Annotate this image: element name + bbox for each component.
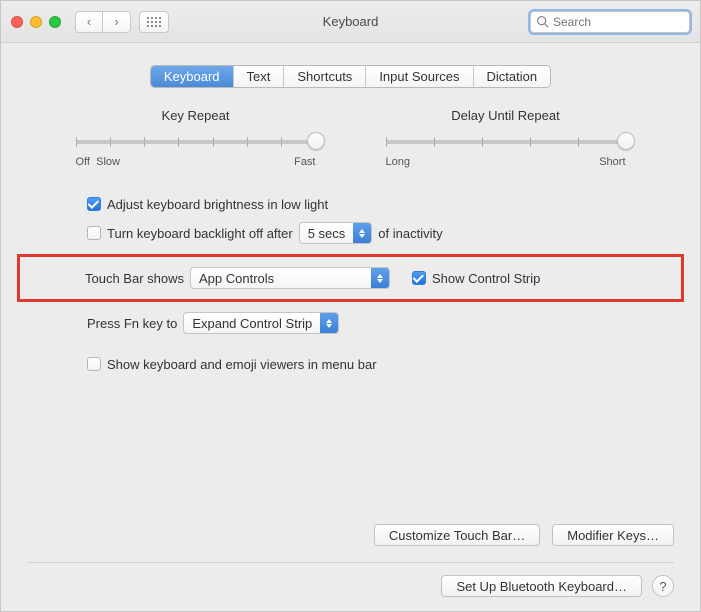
show-viewers-checkbox[interactable] [87, 357, 101, 371]
row-show-viewers: Show keyboard and emoji viewers in menu … [27, 350, 674, 378]
delay-repeat-title: Delay Until Repeat [386, 108, 626, 123]
key-repeat-title: Key Repeat [76, 108, 316, 123]
tab-input-sources[interactable]: Input Sources [366, 66, 473, 87]
select-arrows-icon [353, 223, 371, 243]
backlight-off-suffix: of inactivity [378, 226, 442, 241]
key-repeat-slider-col: Key Repeat Off Slow Fast [76, 108, 316, 168]
show-control-strip-checkbox[interactable] [412, 271, 426, 285]
key-repeat-slider[interactable] [76, 131, 316, 153]
show-all-button[interactable] [139, 11, 169, 33]
adjust-brightness-label: Adjust keyboard brightness in low light [107, 197, 328, 212]
backlight-off-select[interactable]: 5 secs [299, 222, 373, 244]
select-arrows-icon [320, 313, 338, 333]
tab-text[interactable]: Text [234, 66, 285, 87]
close-window-button[interactable] [11, 16, 23, 28]
search-input[interactable] [530, 11, 690, 33]
highlight-annotation: Touch Bar shows App Controls Show Contro… [17, 254, 684, 302]
delay-repeat-labels: Long Short [386, 156, 626, 168]
tab-keyboard[interactable]: Keyboard [151, 66, 234, 87]
key-repeat-knob[interactable] [307, 132, 325, 150]
row-backlight-off: Turn keyboard backlight off after 5 secs… [27, 218, 674, 248]
press-fn-select[interactable]: Expand Control Strip [183, 312, 339, 334]
preferences-window: ‹ › Keyboard Keyboard Text Shortcuts Inp… [0, 0, 701, 612]
divider [27, 562, 674, 563]
key-repeat-labels: Off Slow Fast [76, 156, 316, 168]
delay-repeat-knob[interactable] [617, 132, 635, 150]
tabbar: Keyboard Text Shortcuts Input Sources Di… [150, 65, 551, 88]
show-viewers-label: Show keyboard and emoji viewers in menu … [107, 357, 377, 372]
setup-bluetooth-keyboard-button[interactable]: Set Up Bluetooth Keyboard… [441, 575, 642, 597]
back-button[interactable]: ‹ [75, 11, 103, 33]
show-control-strip-label: Show Control Strip [432, 271, 540, 286]
tab-shortcuts[interactable]: Shortcuts [284, 66, 366, 87]
adjust-brightness-checkbox[interactable] [87, 197, 101, 211]
tab-dictation[interactable]: Dictation [474, 66, 551, 87]
row-touch-bar: Touch Bar shows App Controls Show Contro… [30, 263, 671, 293]
sliders-row: Key Repeat Off Slow Fast Delay Until Rep… [27, 108, 674, 168]
customize-touch-bar-button[interactable]: Customize Touch Bar… [374, 524, 540, 546]
select-arrows-icon [371, 268, 389, 288]
chevron-right-icon: › [114, 14, 118, 29]
button-row-1: Customize Touch Bar… Modifier Keys… [27, 524, 674, 546]
search-wrap [530, 11, 690, 33]
forward-button[interactable]: › [103, 11, 131, 33]
touch-bar-select[interactable]: App Controls [190, 267, 390, 289]
content-area: Keyboard Text Shortcuts Input Sources Di… [1, 43, 700, 390]
tabs-container: Keyboard Text Shortcuts Input Sources Di… [27, 65, 674, 88]
search-icon [536, 15, 549, 31]
backlight-off-label: Turn keyboard backlight off after [107, 226, 293, 241]
press-fn-label: Press Fn key to [87, 316, 177, 331]
help-button[interactable]: ? [652, 575, 674, 597]
titlebar: ‹ › Keyboard [1, 1, 700, 43]
chevron-left-icon: ‹ [87, 14, 91, 29]
delay-repeat-slider-col: Delay Until Repeat Long Short [386, 108, 626, 168]
minimize-window-button[interactable] [30, 16, 42, 28]
touch-bar-label: Touch Bar shows [85, 271, 184, 286]
button-row-2: Set Up Bluetooth Keyboard… ? [27, 575, 674, 597]
zoom-window-button[interactable] [49, 16, 61, 28]
backlight-off-checkbox[interactable] [87, 226, 101, 240]
row-adjust-brightness: Adjust keyboard brightness in low light [27, 190, 674, 218]
row-press-fn: Press Fn key to Expand Control Strip [27, 308, 674, 338]
grid-icon [147, 17, 161, 27]
bottom-button-area: Customize Touch Bar… Modifier Keys… Set … [27, 524, 674, 597]
traffic-lights [11, 16, 61, 28]
modifier-keys-button[interactable]: Modifier Keys… [552, 524, 674, 546]
delay-repeat-slider[interactable] [386, 131, 626, 153]
nav-buttons: ‹ › [75, 11, 131, 33]
